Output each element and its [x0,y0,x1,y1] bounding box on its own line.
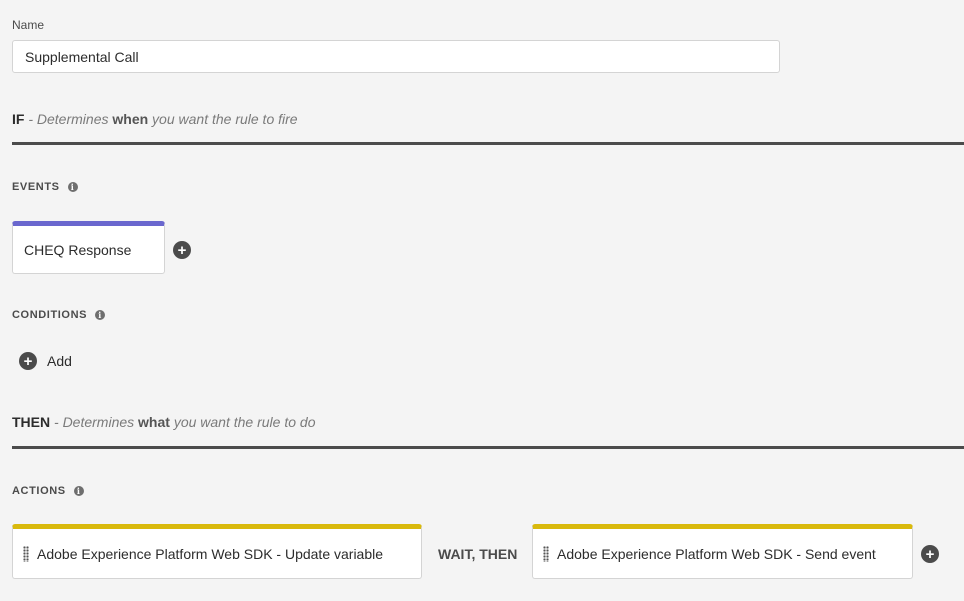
name-input[interactable] [12,40,780,73]
actions-heading-label: ACTIONS [12,485,66,497]
then-desc-pre: - Determines [50,414,139,430]
add-condition-label: Add [47,353,72,369]
events-heading: EVENTS i [12,181,78,193]
drag-handle-icon[interactable] [23,545,29,562]
events-heading-label: EVENTS [12,181,60,193]
if-desc-pre: - Determines [24,111,113,127]
actions-info-icon[interactable]: i [73,486,84,496]
then-desc-post: you want the rule to do [169,414,316,430]
conditions-info-icon[interactable]: i [95,310,106,320]
sequence-label: WAIT, THEN [438,546,518,562]
event-card[interactable]: CHEQ Response [12,221,165,274]
name-label: Name [12,18,45,32]
action-card-label: Adobe Experience Platform Web SDK - Send… [557,545,876,562]
then-desc-em: what [138,414,170,430]
events-info-icon[interactable]: i [67,182,78,192]
action-card-label: Adobe Experience Platform Web SDK - Upda… [37,545,384,562]
then-divider [12,446,964,449]
if-desc-post: you want the rule to fire [148,111,298,127]
if-section-heading: IF - Determines when you want the rule t… [12,111,298,127]
actions-heading: ACTIONS i [12,485,84,497]
if-desc-em: when [112,111,149,127]
add-condition-icon: + [19,352,37,370]
then-section-heading: THEN - Determines what you want the rule… [12,414,315,430]
add-event-icon[interactable]: + [173,241,191,259]
if-keyword: IF [12,111,25,127]
conditions-heading-label: CONDITIONS [12,309,88,321]
conditions-heading: CONDITIONS i [12,309,106,321]
action-card-send-event[interactable]: Adobe Experience Platform Web SDK - Send… [532,524,913,579]
drag-handle-icon[interactable] [543,545,549,562]
if-divider [12,142,964,145]
add-condition-button[interactable]: + Add [19,352,72,370]
add-action-icon[interactable]: + [921,545,939,563]
action-card-update-variable[interactable]: Adobe Experience Platform Web SDK - Upda… [12,524,422,579]
event-card-label: CHEQ Response [24,241,132,258]
then-keyword: THEN [12,414,51,430]
